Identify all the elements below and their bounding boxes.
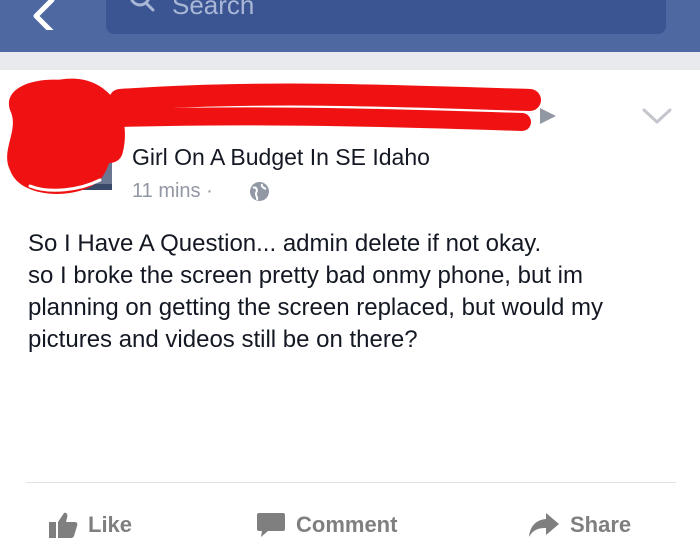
like-label: Like	[88, 512, 133, 537]
back-icon[interactable]	[22, 0, 82, 30]
post-text-line-1: So I Have A Question... admin delete if …	[28, 230, 542, 257]
search-placeholder: Search	[172, 0, 255, 20]
avatar[interactable]	[0, 70, 120, 210]
post-card: Girl On A Budget In SE Idaho 11 mins · S…	[0, 70, 700, 558]
group-name[interactable]: Girl On A Budget In SE Idaho	[132, 144, 430, 171]
search-icon	[130, 0, 155, 12]
like-button[interactable]: Like	[48, 508, 132, 542]
post-text-line-2: so I broke the screen pretty bad onmy ph…	[28, 262, 604, 353]
like-icon	[49, 512, 78, 538]
chevron-down-icon[interactable]	[640, 104, 674, 128]
top-navigation-bar: Search	[0, 0, 700, 52]
timestamp-separator: ·	[206, 180, 213, 202]
comment-icon	[257, 513, 285, 537]
search-input[interactable]: Search	[106, 0, 666, 34]
comment-label: Comment	[296, 512, 398, 537]
group-arrow-icon	[540, 108, 556, 124]
divider	[26, 482, 676, 483]
share-button[interactable]: Share	[528, 508, 631, 542]
share-label: Share	[570, 512, 632, 537]
globe-icon	[250, 182, 269, 201]
post-timestamp[interactable]: 11 mins ·	[132, 180, 213, 203]
timestamp-text: 11 mins	[132, 180, 201, 202]
comment-button[interactable]: Comment	[256, 508, 397, 542]
post-body: So I Have A Question... admin delete if …	[28, 228, 678, 356]
share-icon	[529, 513, 559, 537]
